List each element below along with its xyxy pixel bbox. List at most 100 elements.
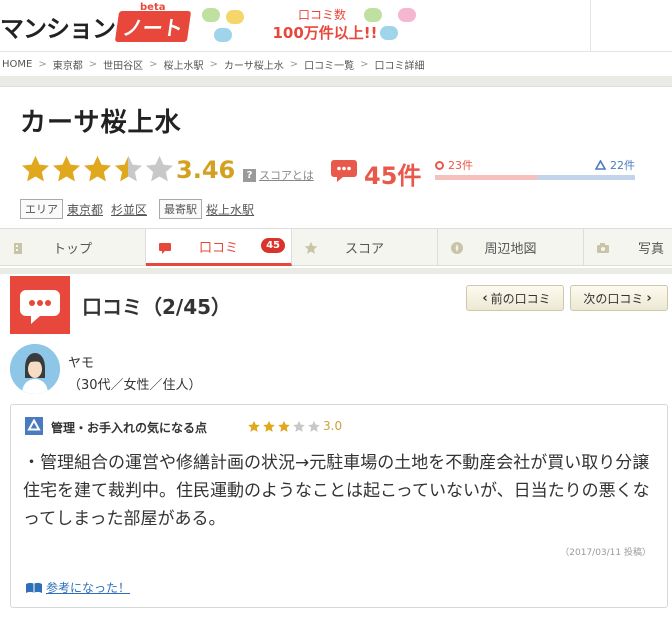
good-count: 23件 [435, 157, 473, 173]
empty-star-icon [146, 155, 173, 182]
chevron-right-icon: > [289, 58, 299, 70]
tab-label: 周辺地図 [484, 242, 537, 257]
property-tabs: トップ 口コミ 45 スコア 周辺地図 写真 [0, 228, 672, 266]
review-card: 管理・お手入れの気になる点 3.0 ・管理組合の運営や修繕計画の状況→元駐車場の… [10, 404, 668, 608]
chevron-right-icon: > [360, 58, 369, 70]
score-help[interactable]: ? スコアとは [243, 167, 314, 183]
empty-star-icon [308, 420, 320, 432]
prev-review-label: 前の口コミ [490, 291, 551, 306]
station-tag: 最寄駅 [159, 199, 203, 219]
area-pref-link[interactable]: 東京都 [67, 201, 103, 218]
score-help-link[interactable]: スコアとは [259, 167, 314, 183]
tab-score[interactable]: スコア [292, 229, 438, 266]
review-title: 口コミ（2/45） [82, 295, 232, 319]
chevron-right-icon: > [88, 58, 98, 70]
review-date: （2017/03/11 投稿） [560, 548, 651, 558]
logo-note-badge: ノート [114, 10, 192, 42]
speech-bubble-icon [398, 8, 416, 22]
prev-review-button[interactable]: ‹ 前の口コミ [466, 285, 564, 311]
star-icon [53, 155, 80, 182]
breadcrumb: HOME > 東京都 > 世田谷区 > 桜上水駅 > カーサ桜上水 > 口コミ一… [0, 52, 672, 76]
chevron-right-icon: > [38, 58, 47, 70]
promo-line2: 100万件以上!! [272, 24, 378, 42]
circle-icon [435, 160, 444, 170]
property-title: カーサ桜上水 [20, 108, 182, 138]
chevron-right-icon: > [149, 58, 158, 70]
speech-bubble-icon [214, 28, 232, 42]
avatar [10, 344, 60, 394]
book-icon [26, 582, 42, 593]
beta-label: beta [140, 2, 166, 13]
good-bad-ratio: 23件 22件 [435, 157, 635, 187]
station-link[interactable]: 桜上水駅 [206, 201, 254, 218]
speech-bubble-icon [331, 160, 357, 182]
bad-count: 22件 [595, 157, 635, 173]
chevron-right-icon: > [209, 58, 218, 70]
rating-stars [20, 154, 175, 184]
camera-icon [597, 243, 609, 253]
review-count: 45件 [364, 162, 422, 190]
triangle-icon [595, 160, 606, 170]
triangle-icon [25, 417, 43, 435]
ratio-bar-fill [435, 175, 537, 180]
breadcrumb-ward[interactable]: 世田谷区 [103, 57, 143, 72]
reviewer-name: ヤモ [68, 356, 95, 371]
speech-bubble-icon [159, 243, 171, 254]
review-rating-stars [247, 420, 322, 433]
star-icon [278, 420, 290, 432]
speech-bubble-icon [202, 8, 220, 22]
half-star-icon [115, 155, 142, 182]
star-icon [248, 420, 260, 432]
area-ward-link[interactable]: 杉並区 [111, 201, 147, 218]
review-rating-value: 3.0 [323, 419, 343, 433]
helpful-button[interactable]: 参考になった！ [25, 579, 130, 596]
building-icon [14, 243, 22, 254]
ratio-bar [435, 175, 635, 180]
speech-bubble-icon [226, 10, 244, 24]
tab-label: 写真 [637, 242, 664, 257]
breadcrumb-pref[interactable]: 東京都 [53, 57, 83, 72]
tab-label: スコア [344, 242, 384, 257]
star-icon [22, 155, 49, 182]
header-divider [590, 0, 591, 52]
review-icon-box [10, 276, 70, 334]
breadcrumb-home[interactable]: HOME [2, 59, 32, 70]
breadcrumb-station[interactable]: 桜上水駅 [164, 57, 204, 72]
promo-line1: 口コミ数 [297, 8, 346, 22]
breadcrumb-review-list[interactable]: 口コミ一覧 [304, 57, 354, 72]
site-logo[interactable]: マンション ノート beta [0, 2, 192, 44]
tab-label: 口コミ [198, 240, 238, 256]
compass-icon [451, 242, 463, 254]
property-meta: エリア 東京都 杉並区 最寄駅 桜上水駅 [20, 199, 266, 219]
area-tag: エリア [20, 199, 63, 219]
chevron-left-icon: ‹ [482, 290, 488, 306]
tab-label: トップ [52, 242, 92, 257]
tab-map[interactable]: 周辺地図 [438, 229, 584, 266]
chevron-right-icon: › [646, 290, 652, 306]
empty-star-icon [293, 420, 305, 432]
tab-photos[interactable]: 写真 [584, 229, 672, 266]
female-avatar-icon [10, 344, 60, 394]
next-review-button[interactable]: 次の口コミ › [570, 285, 668, 311]
reviewer-info: （30代／女性／住人） [68, 378, 202, 393]
property-score: 3.46 [176, 156, 236, 184]
star-icon [84, 155, 111, 182]
star-icon [263, 420, 275, 432]
review-body: ・管理組合の運営や修繕計画の状況→元駐車場の土地を不動産会社が買い取り分譲住宅を… [23, 453, 650, 529]
next-review-label: 次の口コミ [583, 291, 644, 306]
review-count-badge: 45 [261, 238, 285, 253]
breadcrumb-current: 口コミ詳細 [374, 60, 425, 72]
promo-banner[interactable]: 口コミ数 100万件以上!! [200, 4, 420, 48]
tab-top[interactable]: トップ [0, 229, 146, 266]
breadcrumb-property[interactable]: カーサ桜上水 [224, 57, 284, 72]
tab-reviews[interactable]: 口コミ 45 [146, 229, 292, 266]
question-icon: ? [243, 168, 256, 182]
helpful-link[interactable]: 参考になった！ [46, 579, 130, 596]
star-icon [304, 241, 318, 254]
good-count-label: 23件 [448, 159, 473, 172]
bad-count-label: 22件 [610, 159, 635, 172]
speech-bubble-icon [20, 290, 60, 324]
review-category: 管理・お手入れの気になる点 [51, 421, 208, 435]
logo-text: マンション [0, 14, 116, 43]
site-header: マンション ノート beta 口コミ数 100万件以上!! [0, 0, 672, 52]
